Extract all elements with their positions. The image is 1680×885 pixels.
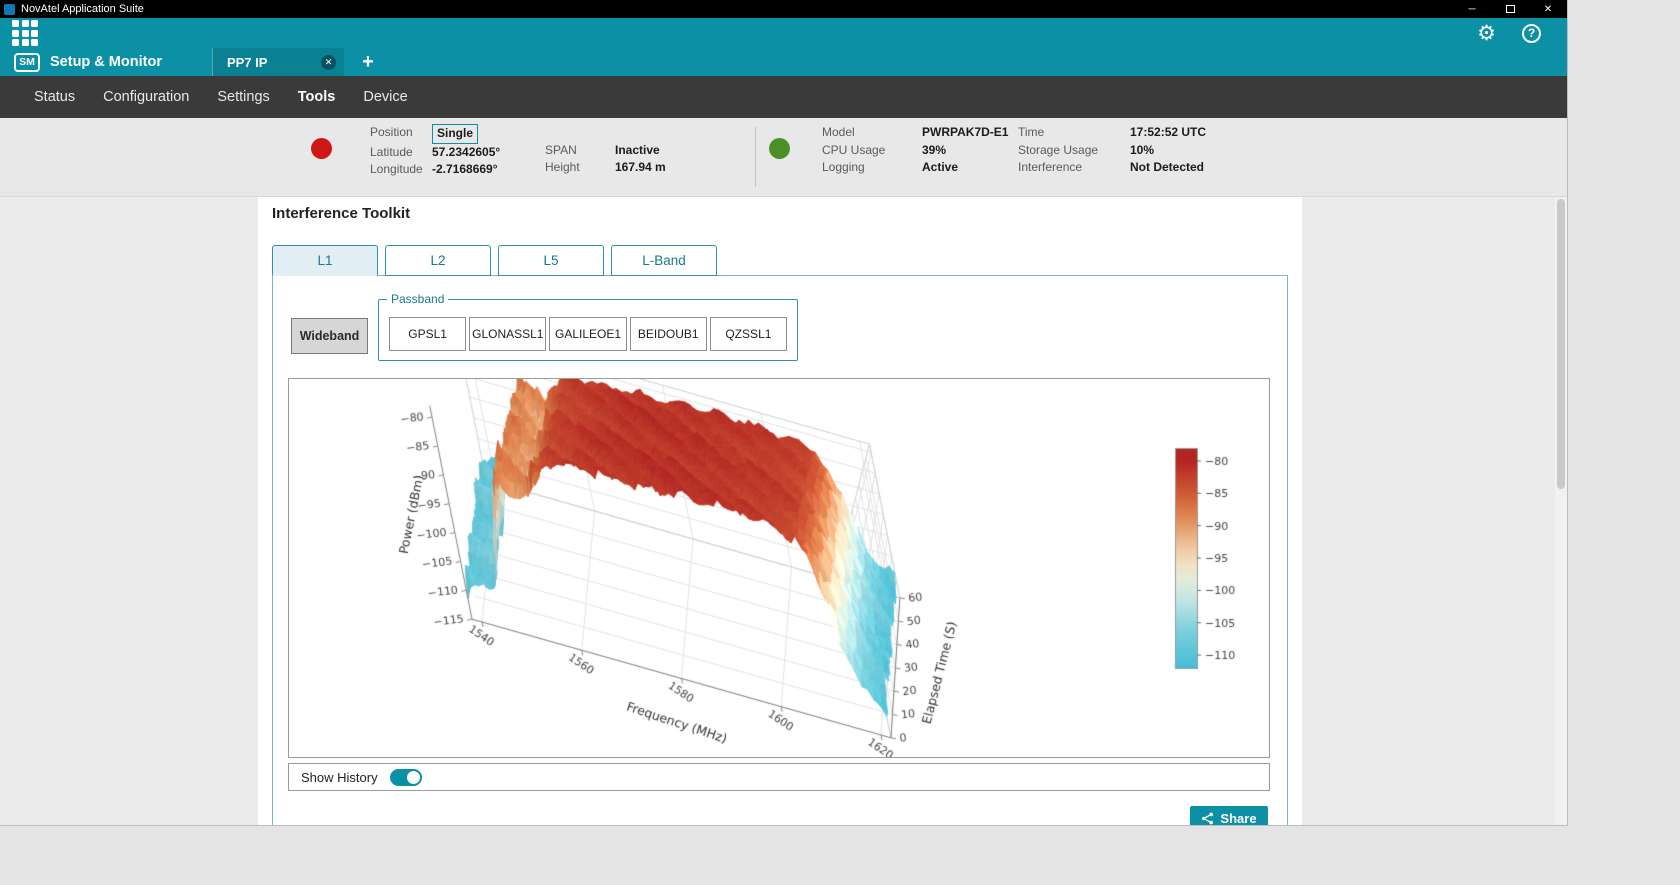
close-button[interactable]: ✕ (1529, 0, 1567, 18)
cpu-value: 39% (922, 142, 946, 160)
time-label: Time (1018, 124, 1130, 142)
scrollbar-thumb[interactable] (1557, 199, 1565, 489)
time-value: 17:52:52 UTC (1130, 124, 1206, 142)
show-history-label: Show History (301, 770, 378, 785)
toggle-knob (407, 771, 420, 784)
application-window: NovAtel Application Suite ─ ✕ ⚙ ? SM Set… (0, 0, 1568, 826)
vertical-scrollbar[interactable] (1555, 197, 1567, 825)
nav-item-tools[interactable]: Tools (298, 89, 336, 105)
receiver-status-dot (769, 138, 790, 159)
nav-item-configuration[interactable]: Configuration (103, 89, 189, 105)
longitude-value: -2.7168669° (432, 161, 498, 179)
nav-item-status[interactable]: Status (34, 89, 75, 105)
share-label: Share (1220, 811, 1256, 826)
apps-grid-icon[interactable] (12, 20, 38, 46)
page-title: Interference Toolkit (272, 205, 410, 222)
logging-value: Active (922, 159, 958, 177)
position-status-dot (311, 138, 332, 159)
app-bar: ⚙ ? (0, 18, 1567, 48)
interference-label: Interference (1018, 159, 1130, 177)
window-title: NovAtel Application Suite (21, 3, 144, 15)
position-value[interactable]: Single (432, 124, 478, 144)
tab-l2[interactable]: L2 (385, 245, 491, 276)
tab-close-icon[interactable]: ✕ (321, 55, 336, 70)
height-value: 167.94 m (615, 159, 666, 177)
minimize-button[interactable]: ─ (1453, 0, 1491, 18)
passband-beidoub1-button[interactable]: BEIDOUB1 (630, 317, 707, 351)
longitude-label: Longitude (370, 161, 432, 179)
device-tab-label: PP7 IP (227, 55, 321, 70)
settings-gear-icon[interactable]: ⚙ (1477, 23, 1496, 44)
latitude-value: 57.2342605° (432, 144, 500, 162)
passband-legend: Passband (387, 292, 448, 306)
model-label: Model (822, 124, 922, 142)
position-block: PositionSingle Latitude57.2342605° Longi… (370, 124, 500, 179)
spectrum-chart-container (288, 378, 1270, 758)
tab-l5[interactable]: L5 (498, 245, 604, 276)
spectrum-3d-plot[interactable] (289, 379, 1269, 757)
maximize-button[interactable] (1491, 0, 1529, 18)
passband-gpsl1-button[interactable]: GPSL1 (389, 317, 466, 351)
help-icon[interactable]: ? (1522, 24, 1541, 43)
share-button[interactable]: Share (1190, 806, 1268, 826)
interference-value: Not Detected (1130, 159, 1204, 177)
span-value: Inactive (615, 142, 660, 160)
wideband-button[interactable]: Wideband (291, 318, 368, 354)
band-tabs: L1 L2 L5 L-Band (272, 245, 717, 276)
passband-galileoe1-button[interactable]: GALILEOE1 (549, 317, 626, 351)
new-tab-button[interactable]: + (358, 51, 378, 74)
storage-value: 10% (1130, 142, 1154, 160)
app-logo-icon (4, 4, 15, 15)
show-history-bar: Show History (288, 763, 1270, 791)
nav-item-settings[interactable]: Settings (217, 89, 269, 105)
tab-lband[interactable]: L-Band (611, 245, 717, 276)
passband-glonassl1-button[interactable]: GLONASSL1 (469, 317, 546, 351)
status-divider (755, 127, 756, 187)
cpu-label: CPU Usage (822, 142, 922, 160)
system-block: Time17:52:52 UTC Storage Usage10% Interf… (1018, 124, 1206, 177)
span-block: SPANInactive Height167.94 m (545, 142, 666, 177)
span-label: SPAN (545, 142, 615, 160)
logging-label: Logging (822, 159, 922, 177)
interference-toolkit-panel: Interference Toolkit L1 L2 L5 L-Band Wid… (258, 197, 1302, 826)
suite-bar: SM Setup & Monitor PP7 IP ✕ + (0, 48, 1567, 76)
latitude-label: Latitude (370, 144, 432, 162)
title-bar: NovAtel Application Suite ─ ✕ (0, 0, 1567, 18)
tab-l1[interactable]: L1 (272, 245, 378, 276)
device-tab-pp7ip[interactable]: PP7 IP ✕ (212, 48, 344, 76)
model-value: PWRPAK7D-E1 (922, 124, 1008, 142)
main-nav: Status Configuration Settings Tools Devi… (0, 76, 1567, 118)
nav-item-device[interactable]: Device (363, 89, 407, 105)
passband-qzssl1-button[interactable]: QZSSL1 (710, 317, 787, 351)
storage-label: Storage Usage (1018, 142, 1130, 160)
status-strip: PositionSingle Latitude57.2342605° Longi… (0, 118, 1567, 197)
height-label: Height (545, 159, 615, 177)
share-icon (1201, 812, 1214, 825)
show-history-toggle[interactable] (390, 769, 422, 786)
receiver-block: ModelPWRPAK7D-E1 CPU Usage39% LoggingAct… (822, 124, 1008, 177)
position-label: Position (370, 124, 432, 144)
setup-monitor-badge: SM (14, 53, 40, 72)
suite-name: Setup & Monitor (50, 54, 162, 70)
passband-group: Passband GPSL1 GLONASSL1 GALILEOE1 BEIDO… (378, 299, 798, 361)
maximize-icon (1506, 5, 1515, 13)
